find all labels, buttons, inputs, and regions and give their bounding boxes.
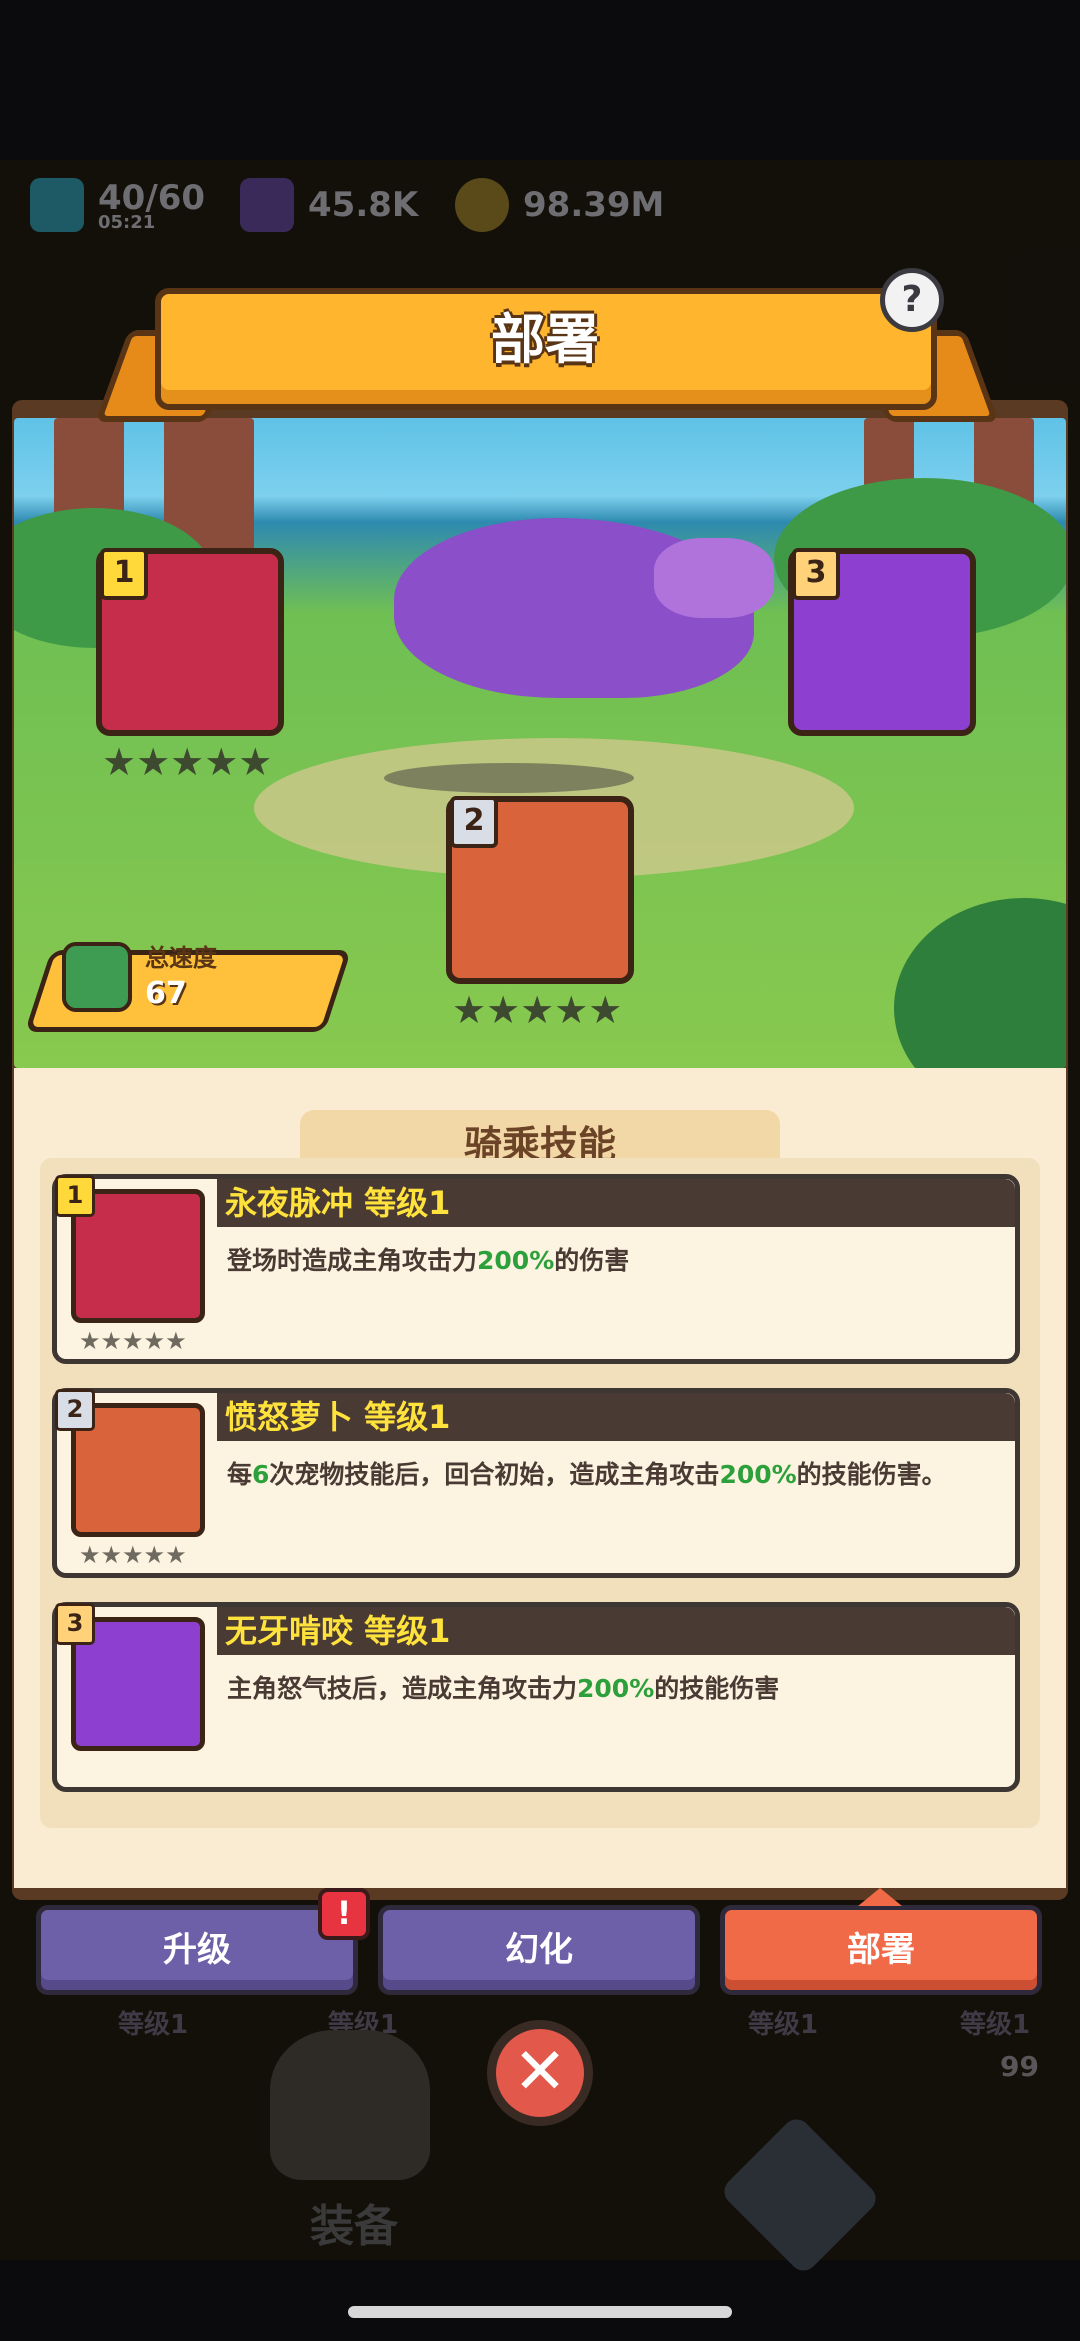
- desc-highlight: 200%: [577, 1674, 655, 1703]
- star-rating: ★★★★★: [452, 988, 623, 1032]
- skill-number: 2: [55, 1389, 95, 1431]
- boot-icon: [62, 942, 132, 1012]
- selected-tab-indicator: [858, 1888, 902, 1906]
- mount-shadow: [384, 763, 634, 793]
- slot-2[interactable]: 2 ★★★★★: [446, 796, 634, 1032]
- desc-text: 的技能伤害: [654, 1674, 780, 1703]
- bg-equipment-label: 装备: [310, 2201, 398, 2252]
- alert-badge: !: [318, 1888, 370, 1940]
- home-indicator: [348, 2306, 732, 2318]
- skill-name: 无牙啃咬 等级1: [225, 1612, 451, 1650]
- desc-text: 每: [227, 1460, 253, 1489]
- slot-1[interactable]: 1 ★★★★★: [96, 548, 284, 784]
- skill-row-2: 愤怒萝卜 等级1 每6次宠物技能后，回合初始，造成主角攻击200%的技能伤害。 …: [52, 1388, 1020, 1578]
- gold-resource: 98.39M: [455, 170, 664, 240]
- dialog-title: 部署: [491, 308, 599, 371]
- total-speed-label: 总速度: [145, 944, 217, 972]
- desc-text: 登场时造成主角攻击力: [227, 1246, 478, 1275]
- skill-description: 主角怒气技后，造成主角攻击力200%的技能伤害: [227, 1669, 779, 1705]
- desc-text: 次宠物技能后，回合初始，造成主角攻击: [269, 1460, 720, 1489]
- skill-name: 永夜脉冲 等级1: [225, 1184, 451, 1222]
- deploy-button[interactable]: 部署: [720, 1905, 1042, 1995]
- help-button[interactable]: ?: [880, 268, 944, 332]
- desc-text: 的伤害: [554, 1246, 630, 1275]
- bg-level-label: 等级1: [960, 2010, 1031, 2040]
- total-speed-value: 67: [145, 976, 187, 1011]
- helmet-icon: [270, 2030, 430, 2180]
- desc-text: 主角怒气技后，造成主角攻击力: [227, 1674, 578, 1703]
- bg-level-label: 等级1: [748, 2010, 819, 2040]
- transform-button[interactable]: 幻化: [378, 1905, 700, 1995]
- gold-value: 98.39M: [523, 185, 665, 225]
- skill-star-rating: ★★★★★: [79, 1327, 187, 1355]
- skill-star-rating: ★★★★★: [79, 1541, 187, 1569]
- gold-coin-icon: [455, 178, 509, 232]
- upgrade-button[interactable]: 升级: [36, 1905, 358, 1995]
- skill-row-1: 永夜脉冲 等级1 登场时造成主角攻击力200%的伤害 1 ★★★★★: [52, 1174, 1020, 1364]
- gem-resource: 45.8K: [240, 170, 418, 240]
- slot-number: 2: [450, 796, 498, 848]
- star-rating: ★★★★★: [102, 740, 273, 784]
- skill-description: 每6次宠物技能后，回合初始，造成主角攻击200%的技能伤害。: [227, 1455, 947, 1491]
- bg-level-label: 等级1: [118, 2010, 189, 2040]
- gem-value: 45.8K: [308, 185, 419, 225]
- bush: [894, 898, 1066, 1068]
- skill-description: 登场时造成主角攻击力200%的伤害: [227, 1241, 629, 1277]
- energy-resource: 40/60 05:21: [30, 170, 205, 240]
- desc-highlight: 200%: [719, 1460, 797, 1489]
- slot-number: 3: [792, 548, 840, 600]
- skill-number: 3: [55, 1603, 95, 1645]
- bg-badge-count: 99: [1000, 2050, 1039, 2083]
- close-button[interactable]: ✕: [487, 2020, 593, 2126]
- dragon-head: [654, 538, 774, 618]
- slot-3[interactable]: 3: [788, 548, 976, 736]
- skill-number: 1: [55, 1175, 95, 1217]
- skill-name: 愤怒萝卜 等级1: [225, 1398, 451, 1436]
- desc-highlight: 200%: [477, 1246, 555, 1275]
- desc-highlight: 6: [252, 1460, 270, 1489]
- slot-number: 1: [100, 548, 148, 600]
- skill-row-3: 无牙啃咬 等级1 主角怒气技后，造成主角攻击力200%的技能伤害 3: [52, 1602, 1020, 1792]
- lightning-icon: [30, 178, 84, 232]
- desc-text: 的技能伤害。: [796, 1460, 947, 1489]
- gem-icon: [240, 178, 294, 232]
